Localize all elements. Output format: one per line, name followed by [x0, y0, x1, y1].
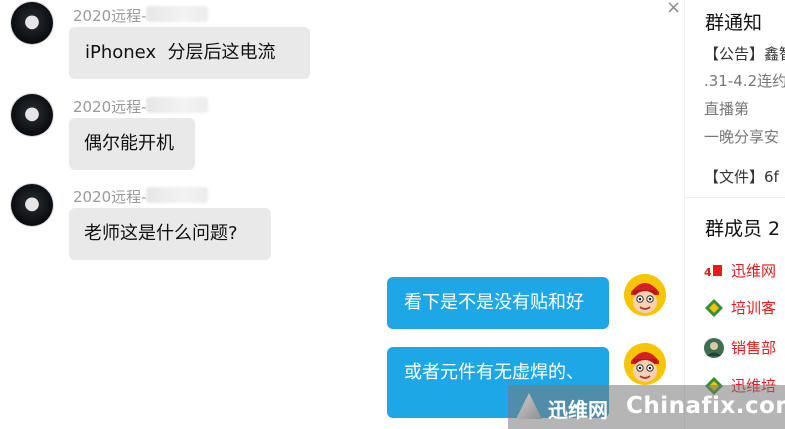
diamond-icon [704, 298, 724, 318]
member-name: 培训客 [731, 299, 777, 317]
panel-divider [685, 197, 785, 198]
cartoon-face-icon [624, 343, 666, 385]
red-badge-icon: 4 [704, 261, 724, 281]
watermark-logo-icon [516, 393, 542, 419]
members-title[interactable]: 群成员 2 [705, 214, 780, 241]
apple-logo-icon: ● [24, 11, 40, 32]
site-watermark: 迅维网 Chinafix.com [508, 385, 785, 429]
apple-logo-icon: ● [24, 193, 40, 214]
notice-line[interactable]: 直播第 [704, 98, 749, 119]
message-text: iPhonex 分层后这电流 [85, 42, 276, 63]
message-bubble[interactable]: 偶尔能开机 [69, 118, 195, 170]
own-avatar[interactable] [624, 274, 666, 316]
cartoon-face-icon [624, 274, 666, 316]
notice-title[interactable]: 群通知 [705, 8, 762, 35]
close-icon[interactable]: × [666, 0, 681, 17]
message-text: 或者元件有无虚焊的、 [404, 362, 584, 383]
message-bubble[interactable]: 老师这是什么问题? [69, 208, 271, 260]
own-message-bubble[interactable]: 看下是不是没有贴和好 [387, 277, 609, 329]
blurred-name-region [146, 187, 208, 203]
watermark-en-text: Chinafix.com [626, 393, 785, 419]
member-name: 迅维网 [731, 262, 777, 280]
message-text: 老师这是什么问题? [84, 223, 238, 244]
notice-line[interactable]: 【公告】鑫智 [704, 43, 785, 64]
member-name: 销售部 [731, 339, 777, 357]
message-text: 偶尔能开机 [84, 133, 174, 154]
svg-text:4: 4 [704, 266, 712, 279]
sender-name: 2020远程- [73, 7, 147, 25]
file-line[interactable]: 【文件】6f [704, 166, 779, 187]
watermark-cn-text: 迅维网 [548, 398, 608, 422]
sender-name: 2020远程- [73, 188, 147, 206]
sender-name: 2020远程- [73, 98, 147, 116]
notice-line[interactable]: .31-4.2连约 [704, 70, 785, 91]
chat-area: ● 2020远程- iPhonex 分层后这电流 ● 2020远程- 偶尔能开机… [0, 0, 684, 429]
apple-logo-icon: ● [24, 103, 40, 124]
group-info-panel: 群通知 【公告】鑫智 .31-4.2连约 直播第 一晚分享安 【文件】6f 群成… [684, 0, 785, 429]
sender-avatar[interactable]: ● [11, 184, 53, 226]
blurred-name-region [146, 97, 208, 113]
sender-avatar[interactable]: ● [11, 2, 53, 44]
person-icon [704, 338, 724, 358]
blurred-name-region [146, 6, 208, 22]
notice-line[interactable]: 一晚分享安 [704, 126, 779, 147]
sender-avatar[interactable]: ● [11, 94, 53, 136]
own-avatar[interactable] [624, 343, 666, 385]
message-text: 看下是不是没有贴和好 [404, 292, 584, 313]
message-bubble[interactable]: iPhonex 分层后这电流 [69, 27, 310, 79]
